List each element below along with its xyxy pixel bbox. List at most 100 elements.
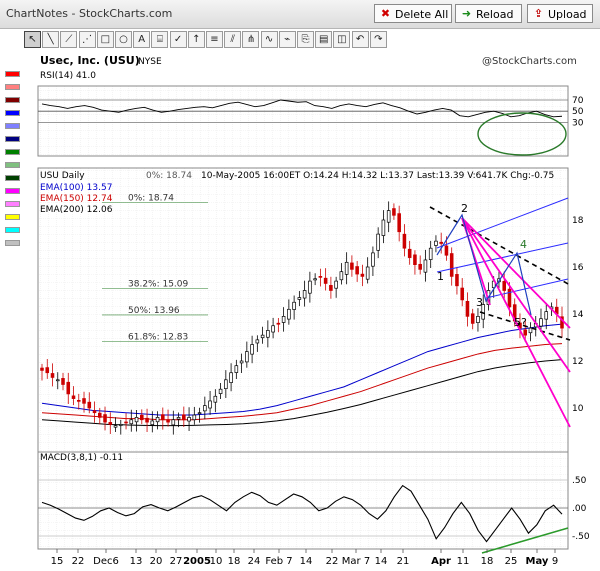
send-back-icon: ◫ — [337, 34, 347, 45]
cycle-icon: ∿ — [264, 34, 274, 45]
zigzag-tool-button[interactable]: ⌁ — [278, 31, 296, 48]
redo-tool-button[interactable]: ↷ — [369, 31, 387, 48]
cycle-tool-button[interactable]: ∿ — [260, 31, 278, 48]
candle-body — [413, 254, 417, 266]
macd-panel — [37, 451, 569, 550]
copy-tool-button[interactable]: ⎘ — [297, 31, 314, 48]
redo-icon: ↷ — [374, 34, 383, 45]
pointer-tool-button[interactable]: ↖ — [24, 31, 41, 48]
wave-label: 3 — [476, 296, 483, 309]
x-tick-label: 18 — [481, 556, 494, 567]
fib-top-label: 0%: 18.74 — [146, 171, 192, 181]
circle-tool-button[interactable]: ○ — [115, 31, 132, 48]
candle-body — [171, 419, 176, 426]
candle-body — [182, 414, 186, 421]
x-tick-label: 27 — [170, 556, 183, 567]
candle-body — [218, 388, 223, 394]
candle-body — [334, 280, 338, 289]
send-back-tool-button[interactable]: ◫ — [333, 31, 351, 48]
macd-label: MACD(3,8,1) -0.11 — [40, 453, 123, 463]
candle-body — [92, 410, 97, 414]
wave-label: 4 — [520, 238, 527, 251]
candle-body — [423, 259, 428, 273]
candle-body — [119, 424, 123, 426]
candle-body — [397, 213, 401, 233]
candle-body — [66, 381, 71, 395]
price-label: USU Daily — [40, 171, 85, 181]
stamp-tool-button[interactable]: ✓ — [169, 31, 187, 48]
candle-body — [145, 417, 149, 423]
candle-body — [108, 422, 113, 425]
rectangle-tool-button[interactable]: □ — [96, 31, 114, 48]
candle-body — [87, 401, 92, 409]
rsi-label: RSI(14) 41.0 — [40, 71, 96, 81]
candle-body — [544, 311, 549, 320]
undo-tool-button[interactable]: ↶ — [351, 31, 369, 48]
candle-body — [444, 245, 449, 256]
candle-body — [239, 360, 244, 364]
paste-tool-button[interactable]: ▤ — [315, 31, 333, 48]
arrow-icon: ↑ — [192, 34, 201, 45]
wave-label: 2 — [461, 202, 468, 215]
pointer-icon: ↖ — [28, 34, 37, 45]
callout-tool-button[interactable]: ⌸ — [151, 31, 169, 48]
fan-tool-button[interactable]: ⋰ — [78, 31, 96, 48]
candle-body — [45, 367, 50, 374]
x-tick-label: Mar 7 — [342, 556, 370, 567]
candle-body — [55, 379, 60, 382]
price-tick-label: 18 — [572, 216, 584, 226]
line-icon: ╲ — [47, 34, 54, 45]
line-tool-button[interactable]: ╲ — [42, 31, 60, 48]
candle-body — [371, 252, 375, 267]
fib-level-label: 0%: 18.74 — [128, 194, 174, 204]
candle-body — [339, 271, 344, 281]
fib-level-label: 50%: 13.96 — [128, 306, 180, 316]
candle-body — [276, 322, 281, 325]
candle-body — [76, 399, 81, 402]
x-tick-label: Dec6 — [93, 556, 119, 567]
candle-body — [192, 414, 197, 421]
x-tick-label: 15 — [51, 556, 64, 567]
candle-body — [344, 261, 349, 275]
delete-all-button[interactable]: ✖ Delete All — [374, 4, 452, 23]
candle-body — [250, 344, 254, 355]
fibonacci-tool-button[interactable]: ≡ — [206, 31, 223, 48]
andrews-pitchfork-tool-button[interactable]: ⋔ — [242, 31, 260, 48]
text-tool-button[interactable]: A — [133, 31, 151, 48]
candle-body — [50, 373, 55, 378]
trendline-tool-button[interactable]: ⟋ — [60, 31, 78, 48]
channel-tool-button[interactable]: ⫽ — [224, 31, 242, 48]
ema-legend-item: EMA(150) 12.74 — [40, 194, 113, 204]
candle-body — [402, 233, 407, 249]
candle-body — [234, 365, 239, 373]
candle-body — [61, 378, 65, 385]
candle-body — [523, 329, 528, 336]
arrow-tool-button[interactable]: ↑ — [187, 31, 205, 48]
axes: 15 22 Dec6 13 20 27 200510 18 24 Feb 7 14 22 Mar 7 14… — [51, 549, 558, 567]
candle-body — [161, 414, 165, 421]
candle-body — [539, 318, 543, 327]
candle-body — [392, 208, 396, 216]
fib-level-label: 38.2%: 15.09 — [128, 279, 189, 289]
candle-body — [260, 334, 265, 339]
ema-legend-item: EMA(100) 13.57 — [40, 183, 112, 193]
candle-body — [229, 372, 233, 383]
candle-body — [103, 414, 107, 423]
candle-body — [129, 419, 134, 425]
candle-body — [187, 417, 191, 422]
rsi-tick-label: 30 — [572, 118, 584, 128]
upload-button[interactable]: ⇪ Upload — [527, 4, 593, 23]
x-tick-label: 22 — [326, 556, 339, 567]
price-tick-label: 14 — [572, 310, 584, 320]
copy-icon: ⎘ — [301, 34, 310, 45]
x-tick-label: Apr — [431, 556, 451, 567]
reload-button[interactable]: ➜ Reload — [455, 4, 522, 23]
price-tick-label: 12 — [572, 357, 583, 367]
macd-tick-label: -.50 — [572, 532, 590, 542]
candle-body — [166, 419, 170, 423]
candle-body — [208, 400, 212, 409]
x-tick-label: May — [526, 556, 549, 567]
exchange-label: NYSE — [138, 57, 162, 67]
candle-body — [292, 301, 296, 310]
candle-body — [360, 273, 365, 277]
